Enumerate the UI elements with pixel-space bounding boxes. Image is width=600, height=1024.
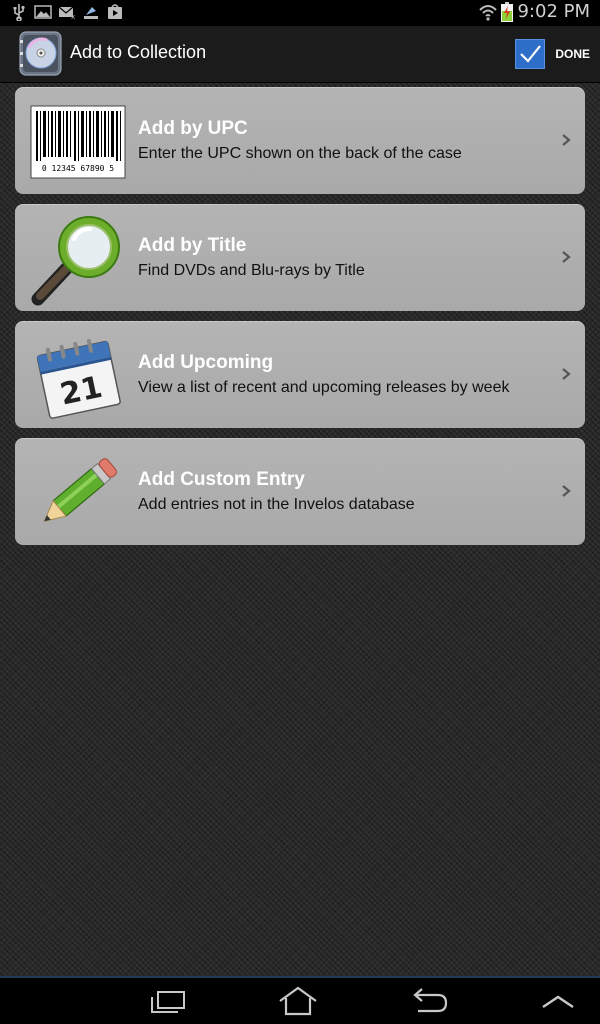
action-bar: Add to Collection DONE [0,26,600,83]
pencil-icon [43,458,117,523]
barcode-icon: 0 12345 67890 5 [30,105,126,179]
page-title: Add to Collection [70,42,207,62]
add-by-title-item[interactable]: Add by Title Find DVDs and Blu-rays by T… [15,204,585,311]
menu-item-title: Add Upcoming [138,352,274,373]
back-icon [413,988,448,1013]
add-options-list: 0 12345 67890 5 Add by UPC Enter the UPC… [15,87,585,555]
status-bar: x 9:02 PM [0,0,600,26]
system-status: 9:02 PM [479,1,590,22]
menu-item-title: Add Custom Entry [138,469,305,490]
status-time: 9:02 PM [517,1,590,22]
menu-item-title: Add by Title [138,235,247,256]
chevron-right-icon [562,251,571,263]
svg-text:x: x [71,13,75,21]
mail-icon: x [58,6,75,21]
add-upcoming-item[interactable]: 21 Add Upcoming View a list of recent an… [15,321,585,428]
checkmark-icon [515,39,546,69]
done-button[interactable]: DONE [511,34,594,74]
home-button[interactable] [273,984,323,1018]
menu-up-icon [542,995,574,1008]
navigation-bar [0,976,600,1024]
home-icon [279,986,317,1016]
menu-item-subtitle: Find DVDs and Blu-rays by Title [138,262,365,279]
usb-icon [13,4,25,21]
menu-item-subtitle: View a list of recent and upcoming relea… [138,379,510,396]
magnifier-icon [31,216,120,306]
notification-icons: x [10,3,124,21]
menu-item-subtitle: Add entries not in the Invelos database [138,496,415,513]
chevron-right-icon [562,368,571,380]
dvd-collection-icon[interactable] [17,30,64,77]
add-by-upc-item[interactable]: 0 12345 67890 5 Add by UPC Enter the UPC… [15,87,585,194]
battery-charging-icon [501,1,514,22]
back-button[interactable] [403,984,453,1018]
chevron-right-icon [562,134,571,146]
menu-item-subtitle: Enter the UPC shown on the back of the c… [138,145,462,162]
add-custom-entry-item[interactable]: Add Custom Entry Add entries not in the … [15,438,585,545]
recent-apps-button[interactable] [143,984,193,1018]
menu-up-button[interactable] [533,984,583,1018]
image-icon [34,5,52,19]
calendar-icon: 21 [36,338,121,419]
download-icon [84,7,98,19]
done-label: DONE [555,47,590,61]
svg-text:0 12345 67890 5: 0 12345 67890 5 [42,164,114,173]
wifi-icon [479,4,498,21]
recent-apps-icon [151,991,185,1013]
menu-item-title: Add by UPC [138,118,248,139]
chevron-right-icon [562,485,571,497]
play-store-icon [108,4,122,19]
